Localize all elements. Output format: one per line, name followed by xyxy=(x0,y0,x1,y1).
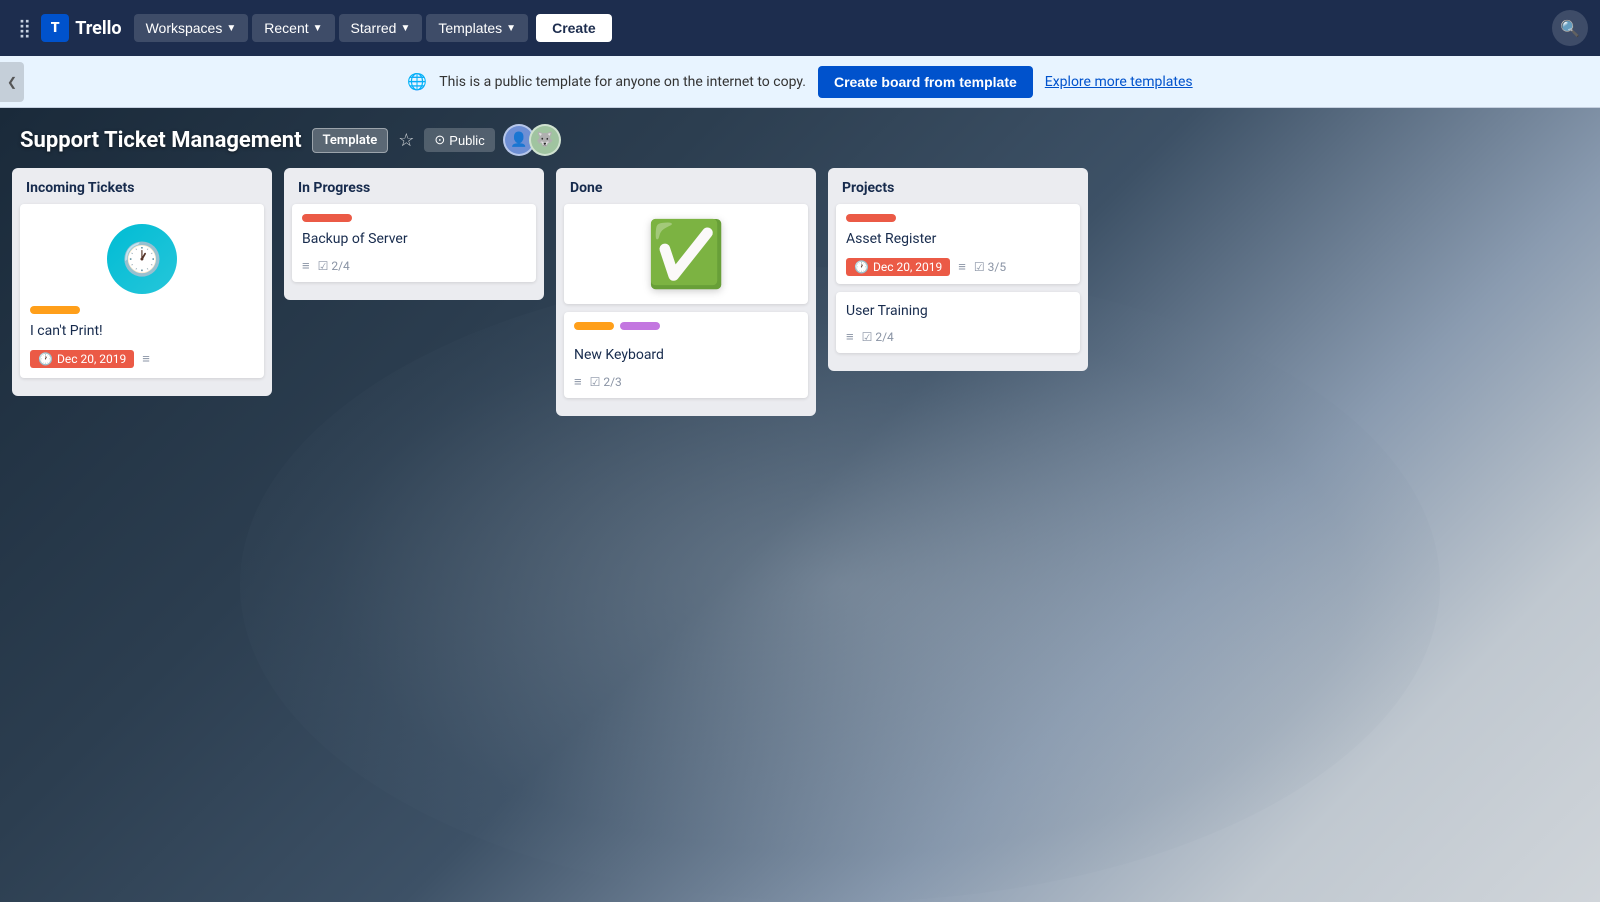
card-title: Asset Register xyxy=(846,230,1070,250)
card-title: I can't Print! xyxy=(30,322,254,342)
menu-icon: ≡ xyxy=(142,351,150,367)
sidebar-toggle-button[interactable]: ❮ xyxy=(0,62,24,102)
visibility-icon: ⊙ xyxy=(434,132,445,148)
star-button[interactable]: ☆ xyxy=(398,130,414,151)
checklist-icon: ☑ xyxy=(318,259,329,273)
clock-icon: 🕐 xyxy=(107,224,177,294)
list-projects: Projects Asset Register 🕐 Dec 20, 2019 ≡… xyxy=(828,168,1088,371)
list-incoming-tickets: Incoming Tickets 🕐 I can't Print! 🕐 Dec … xyxy=(12,168,272,396)
navbar: ⣿ T Trello Workspaces ▼ Recent ▼ Starred… xyxy=(0,0,1600,56)
template-badge[interactable]: Template xyxy=(312,128,389,153)
label-purple xyxy=(620,322,660,330)
card-footer: 🕐 Dec 20, 2019 ≡ xyxy=(30,350,254,368)
checklist-badge: ☑ 2/4 xyxy=(862,330,894,344)
list-title: Projects xyxy=(836,178,1080,204)
card-new-keyboard-checkmark[interactable]: ✅ xyxy=(564,204,808,304)
menu-icon: ≡ xyxy=(302,258,310,274)
list-in-progress: In Progress Backup of Server ≡ ☑ 2/4 xyxy=(284,168,544,300)
label-orange xyxy=(574,322,614,330)
label-orange xyxy=(30,306,80,314)
checklist-icon: ☑ xyxy=(590,375,601,389)
workspaces-button[interactable]: Workspaces ▼ xyxy=(134,14,249,42)
search-icon[interactable]: 🔍 xyxy=(1552,10,1588,46)
logo-text: Trello xyxy=(75,18,121,39)
due-date-badge: 🕐 Dec 20, 2019 xyxy=(30,350,134,368)
card-asset-register[interactable]: Asset Register 🕐 Dec 20, 2019 ≡ ☑ 3/5 xyxy=(836,204,1080,284)
banner-text: This is a public template for anyone on … xyxy=(439,74,806,90)
avatar[interactable]: 🐺 xyxy=(529,124,561,156)
checklist-badge: ☑ 2/4 xyxy=(318,259,350,273)
public-template-banner: ❮ 🌐 This is a public template for anyone… xyxy=(0,56,1600,108)
checkmark-icon: ✅ xyxy=(646,217,726,292)
card-footer: ≡ ☑ 2/4 xyxy=(846,329,1070,345)
label-red xyxy=(846,214,896,222)
grid-icon[interactable]: ⣿ xyxy=(12,12,37,45)
card-i-cant-print[interactable]: 🕐 I can't Print! 🕐 Dec 20, 2019 ≡ xyxy=(20,204,264,378)
card-footer: 🕐 Dec 20, 2019 ≡ ☑ 3/5 xyxy=(846,258,1070,276)
board-header: Support Ticket Management Template ☆ ⊙ P… xyxy=(0,108,1600,168)
card-footer: ≡ ☑ 2/3 xyxy=(574,374,798,390)
list-done: Done ✅ New Keyboard ≡ ☑ 2/3 xyxy=(556,168,816,416)
card-title: New Keyboard xyxy=(574,346,798,366)
card-title: Backup of Server xyxy=(302,230,526,250)
trello-logo-icon: T xyxy=(41,14,69,42)
checklist-badge: ☑ 2/3 xyxy=(590,375,622,389)
clock-icon: 🕐 xyxy=(854,260,869,274)
menu-icon: ≡ xyxy=(958,259,966,275)
chevron-down-icon: ▼ xyxy=(400,23,410,34)
list-title: Incoming Tickets xyxy=(20,178,264,204)
chevron-down-icon: ▼ xyxy=(226,23,236,34)
card-footer: ≡ ☑ 2/4 xyxy=(302,258,526,274)
create-button[interactable]: Create xyxy=(536,14,612,42)
label-red xyxy=(302,214,352,222)
checklist-badge: ☑ 3/5 xyxy=(974,260,1006,274)
clock-small-icon: 🕐 xyxy=(38,352,53,366)
explore-templates-link[interactable]: Explore more templates xyxy=(1045,74,1193,90)
due-date-badge: 🕐 Dec 20, 2019 xyxy=(846,258,950,276)
chevron-down-icon: ▼ xyxy=(313,23,323,34)
board-title: Support Ticket Management xyxy=(20,128,302,153)
create-board-from-template-button[interactable]: Create board from template xyxy=(818,66,1033,98)
menu-icon: ≡ xyxy=(846,329,854,345)
chevron-down-icon: ▼ xyxy=(506,23,516,34)
member-avatars: 👤 🐺 xyxy=(509,124,561,156)
public-visibility-button[interactable]: ⊙ Public xyxy=(424,128,494,152)
card-new-keyboard[interactable]: New Keyboard ≡ ☑ 2/3 xyxy=(564,312,808,398)
card-backup-of-server[interactable]: Backup of Server ≡ ☑ 2/4 xyxy=(292,204,536,282)
list-title: In Progress xyxy=(292,178,536,204)
board-area: Support Ticket Management Template ☆ ⊙ P… xyxy=(0,108,1600,902)
globe-icon: 🌐 xyxy=(407,72,427,91)
checklist-icon: ☑ xyxy=(862,330,873,344)
logo[interactable]: T Trello xyxy=(41,14,121,42)
card-user-training[interactable]: User Training ≡ ☑ 2/4 xyxy=(836,292,1080,354)
recent-button[interactable]: Recent ▼ xyxy=(252,14,334,42)
checklist-icon: ☑ xyxy=(974,260,985,274)
starred-button[interactable]: Starred ▼ xyxy=(339,14,423,42)
list-title: Done xyxy=(564,178,808,204)
menu-icon: ≡ xyxy=(574,374,582,390)
card-title: User Training xyxy=(846,302,1070,322)
templates-button[interactable]: Templates ▼ xyxy=(426,14,528,42)
lists-container: Incoming Tickets 🕐 I can't Print! 🕐 Dec … xyxy=(0,168,1600,416)
